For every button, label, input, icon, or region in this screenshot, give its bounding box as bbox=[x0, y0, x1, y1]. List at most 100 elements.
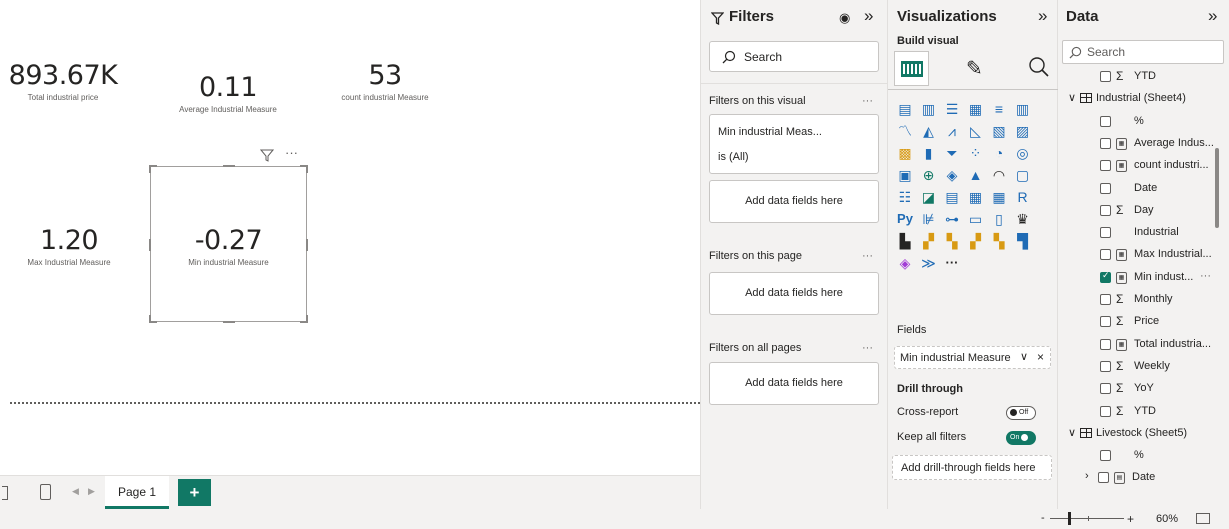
more-options-icon[interactable]: ··· bbox=[1200, 270, 1211, 282]
line-column-icon[interactable]: ▧ bbox=[990, 122, 1008, 140]
decomposition-tree-icon[interactable]: ⊶ bbox=[943, 210, 961, 228]
zoom-slider[interactable] bbox=[1050, 512, 1124, 525]
zoom-out-button[interactable]: - bbox=[1041, 512, 1045, 524]
azure-map-icon[interactable]: ▲ bbox=[967, 166, 985, 184]
add-page-button[interactable]: + bbox=[178, 479, 211, 506]
desktop-view-icon[interactable] bbox=[2, 486, 8, 500]
data-field-item[interactable]: ▦ Max Industrial... bbox=[1058, 245, 1218, 266]
collapse-filters-icon[interactable]: » bbox=[864, 6, 873, 26]
donut-chart-icon[interactable]: ◎ bbox=[1014, 144, 1032, 162]
scatter-icon[interactable]: ⁘ bbox=[967, 144, 985, 162]
data-field-item[interactable]: ▦ count industri... bbox=[1058, 156, 1218, 177]
zoom-slider-thumb[interactable] bbox=[1068, 512, 1071, 525]
selected-visual-frame[interactable]: -0.27 Min industrial Measure bbox=[149, 165, 308, 323]
data-scrollbar[interactable] bbox=[1215, 148, 1219, 228]
field-checkbox[interactable] bbox=[1100, 137, 1111, 149]
power-automate-visual-icon[interactable]: ≫ bbox=[920, 254, 938, 272]
card-count-industrial-measure[interactable]: 53 count industrial Measure bbox=[330, 60, 440, 102]
field-checkbox[interactable] bbox=[1100, 405, 1111, 417]
analytics-tab-icon[interactable] bbox=[1028, 56, 1050, 78]
data-field-item[interactable]: Σ Monthly bbox=[1058, 290, 1218, 311]
funnel-icon[interactable]: ⏷ bbox=[943, 144, 961, 162]
collapse-visualizations-icon[interactable]: » bbox=[1038, 6, 1047, 26]
close-icon[interactable]: × bbox=[1037, 350, 1044, 364]
filters-on-visual-more[interactable]: ··· bbox=[862, 95, 873, 107]
field-checkbox[interactable] bbox=[1098, 472, 1109, 484]
keep-all-filters-toggle[interactable]: On bbox=[1006, 431, 1036, 445]
r-visual-icon[interactable]: R bbox=[1014, 188, 1032, 206]
area-100-icon[interactable]: ◺ bbox=[967, 122, 985, 140]
data-field-item[interactable]: Σ YTD bbox=[1058, 67, 1218, 88]
fit-to-page-icon[interactable] bbox=[1196, 513, 1210, 524]
data-field-item[interactable]: ▦ Average Indus... bbox=[1058, 134, 1218, 155]
chevron-down-icon[interactable]: ∨ bbox=[1068, 426, 1076, 439]
power-apps-icon[interactable]: ▞ bbox=[920, 232, 938, 250]
filters-on-all-pages-more[interactable]: ··· bbox=[862, 342, 873, 354]
waterfall-icon[interactable]: ▮ bbox=[920, 144, 938, 162]
filter-icon[interactable] bbox=[260, 148, 274, 162]
resize-handle[interactable] bbox=[300, 315, 308, 323]
resize-handle[interactable] bbox=[223, 321, 235, 323]
collapse-data-icon[interactable]: » bbox=[1208, 6, 1217, 26]
power-automate-icon[interactable]: ▚ bbox=[943, 232, 961, 250]
line-chart-icon[interactable]: 〽 bbox=[896, 122, 914, 140]
add-report-filter-field[interactable]: Add data fields here bbox=[709, 362, 879, 405]
pie-chart-icon[interactable]: ◔ bbox=[990, 144, 1008, 162]
field-checkbox[interactable] bbox=[1100, 204, 1111, 216]
card-total-industrial-price[interactable]: 893.67K Total industrial price bbox=[8, 60, 118, 102]
qna-icon[interactable]: ▭ bbox=[967, 210, 985, 228]
chevron-right-icon[interactable]: › bbox=[1085, 470, 1089, 482]
add-visual-filter-field[interactable]: Add data fields here bbox=[709, 180, 879, 223]
stacked-bar-icon[interactable]: ▤ bbox=[896, 100, 914, 118]
field-checkbox[interactable]: ✓ bbox=[1100, 270, 1111, 283]
ribbon-chart-icon[interactable]: ▩ bbox=[896, 144, 914, 162]
eye-icon[interactable]: ◉ bbox=[839, 10, 850, 26]
key-influencers-icon[interactable]: ⊯ bbox=[920, 210, 938, 228]
area-chart-icon[interactable]: ◭ bbox=[920, 122, 938, 140]
custom-visual-1-icon[interactable]: ▞ bbox=[967, 232, 985, 250]
field-checkbox[interactable] bbox=[1100, 249, 1111, 261]
card-average-industrial-measure[interactable]: 0.11 Average Industrial Measure bbox=[168, 72, 288, 114]
filters-search-input[interactable]: Search bbox=[709, 41, 879, 72]
filter-card-min-industrial[interactable]: Min industrial Meas... is (All) bbox=[709, 114, 879, 174]
matrix-icon[interactable]: ▦ bbox=[990, 188, 1008, 206]
field-checkbox[interactable] bbox=[1100, 182, 1111, 194]
next-page-icon[interactable]: ▶ bbox=[88, 486, 95, 497]
data-field-item[interactable]: Σ Day bbox=[1058, 201, 1218, 222]
data-search-input[interactable]: Search bbox=[1062, 40, 1224, 64]
gauge-icon[interactable]: ◠ bbox=[990, 166, 1008, 184]
data-field-item[interactable]: ✓ ▦ Min indust... ··· bbox=[1058, 268, 1218, 289]
mobile-view-icon[interactable] bbox=[40, 484, 51, 500]
stacked-column-icon[interactable]: ▥ bbox=[920, 100, 938, 118]
add-page-filter-field[interactable]: Add data fields here bbox=[709, 272, 879, 315]
get-more-visuals-icon[interactable]: ··· bbox=[943, 254, 961, 272]
column-100-icon[interactable]: ▥ bbox=[1014, 100, 1032, 118]
more-options-icon[interactable]: ··· bbox=[285, 145, 298, 160]
stacked-area-icon[interactable]: ⩘ bbox=[943, 122, 961, 140]
resize-handle[interactable] bbox=[300, 165, 308, 173]
goals-icon[interactable]: ♛ bbox=[1014, 210, 1032, 228]
chevron-down-icon[interactable]: ∨ bbox=[1068, 91, 1076, 104]
field-checkbox[interactable] bbox=[1100, 71, 1111, 82]
cross-report-toggle[interactable]: Off bbox=[1006, 406, 1036, 420]
card-max-industrial-measure[interactable]: 1.20 Max Industrial Measure bbox=[14, 225, 124, 267]
power-apps-visual-icon[interactable]: ◈ bbox=[896, 254, 914, 272]
data-field-item[interactable]: Σ Price bbox=[1058, 312, 1218, 333]
bar-100-icon[interactable]: ≡ bbox=[990, 100, 1008, 118]
paginated-report-icon[interactable]: ▙ bbox=[896, 232, 914, 250]
add-drill-through-field[interactable]: Add drill-through fields here bbox=[892, 455, 1052, 480]
field-checkbox[interactable] bbox=[1100, 316, 1111, 328]
field-checkbox[interactable] bbox=[1100, 338, 1111, 350]
filled-map-icon[interactable]: ◈ bbox=[943, 166, 961, 184]
zoom-in-button[interactable]: + bbox=[1127, 512, 1134, 526]
treemap-icon[interactable]: ▣ bbox=[896, 166, 914, 184]
clustered-bar-icon[interactable]: ☰ bbox=[943, 100, 961, 118]
data-table-node[interactable]: ∨ Industrial (Sheet4) bbox=[1058, 89, 1218, 110]
field-checkbox[interactable] bbox=[1100, 160, 1111, 172]
tab-page-1[interactable]: Page 1 bbox=[105, 476, 169, 509]
map-icon[interactable]: ⊕ bbox=[920, 166, 938, 184]
data-field-item[interactable]: Industrial bbox=[1058, 223, 1218, 244]
data-field-item[interactable]: › ▤ Date bbox=[1058, 468, 1218, 489]
data-field-item[interactable]: Σ YTD bbox=[1058, 402, 1218, 423]
data-table-node[interactable]: ∨ Livestock (Sheet5) bbox=[1058, 424, 1218, 445]
